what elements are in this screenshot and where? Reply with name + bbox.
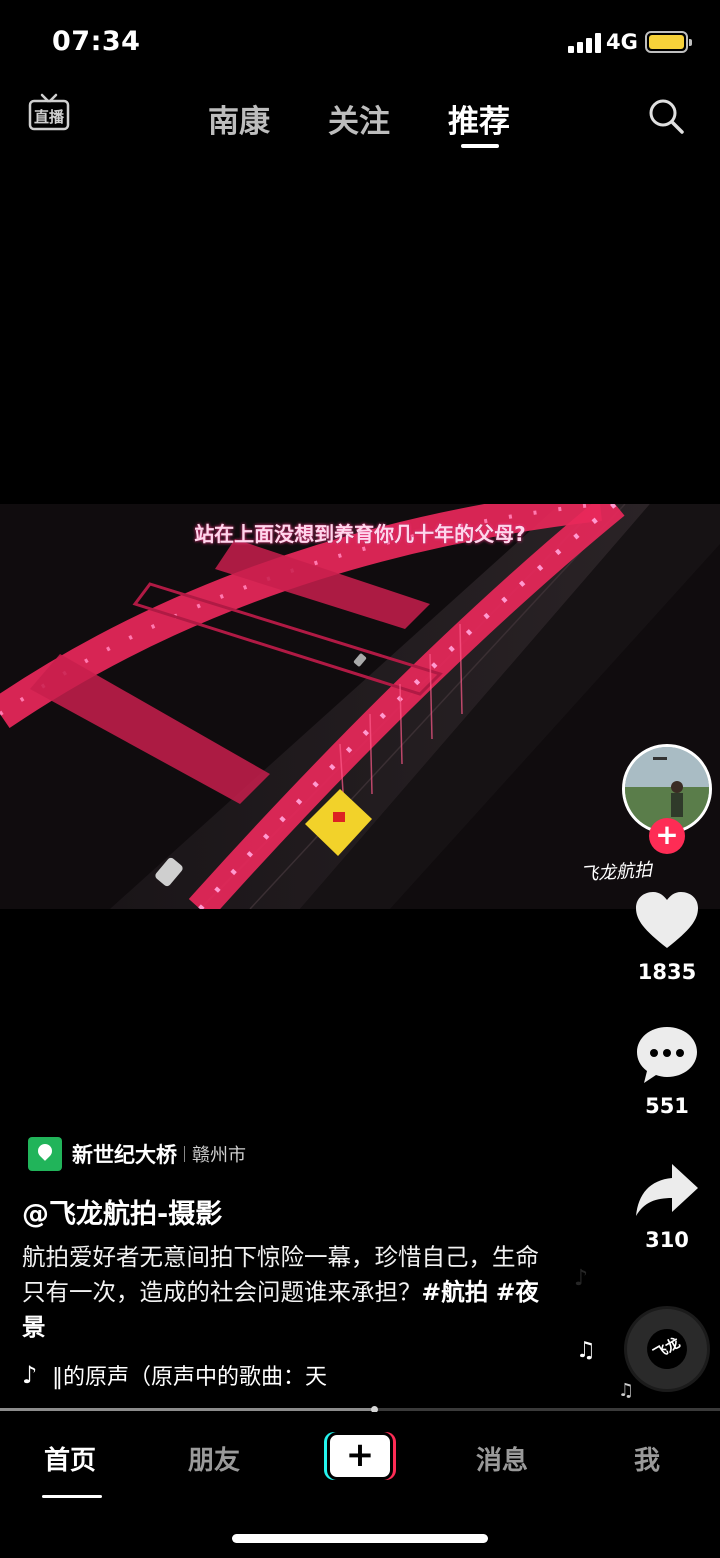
nav-friends[interactable]: 朋友: [188, 1440, 240, 1477]
location-tag[interactable]: 新世纪大桥 赣州市: [28, 1136, 246, 1172]
like-count: 1835: [637, 960, 697, 984]
music-note-icon: ♪: [22, 1361, 38, 1389]
like-button[interactable]: [634, 890, 700, 952]
music-disc-label: 飞龙: [639, 1321, 695, 1377]
share-button[interactable]: [634, 1160, 700, 1222]
svg-text:直播: 直播: [34, 108, 65, 126]
network-type: 4G: [606, 30, 638, 54]
heart-icon: [636, 892, 698, 948]
location-name: 新世纪大桥: [72, 1143, 177, 1167]
search-icon[interactable]: [646, 96, 686, 136]
music-info[interactable]: ♪ ‖的原声（原声中的歌曲：天: [22, 1358, 382, 1392]
video-watermark: 飞龙航拍: [579, 859, 653, 886]
video-progress-bar[interactable]: [0, 1406, 720, 1413]
create-button[interactable]: +: [324, 1432, 396, 1480]
nav-me[interactable]: 我: [634, 1440, 660, 1477]
bottom-nav: 首页 朋友 + 消息 我: [0, 1412, 720, 1558]
floating-note-icon: ♫: [576, 1338, 596, 1363]
location-divider: [184, 1146, 185, 1162]
floating-note-icon: ♪: [574, 1266, 589, 1291]
tab-following[interactable]: 关注: [328, 96, 390, 141]
location-pin-icon: [28, 1137, 62, 1171]
video-progress-fill: [0, 1408, 375, 1411]
location-city: 赣州市: [192, 1145, 246, 1166]
follow-button[interactable]: +: [649, 818, 685, 854]
floating-note-icon: ♫: [618, 1380, 635, 1401]
share-icon: [636, 1164, 698, 1216]
nav-messages[interactable]: 消息: [476, 1440, 528, 1477]
hashtag[interactable]: #航拍: [422, 1278, 489, 1306]
bridge-image: [0, 504, 720, 909]
nav-home[interactable]: 首页: [44, 1440, 96, 1477]
comment-icon: [637, 1027, 697, 1083]
video-subtitle: 站在上面没想到养育你几十年的父母?: [194, 522, 526, 546]
status-bar: 07:34 4G: [0, 0, 720, 86]
video-caption: 航拍爱好者无意间拍下惊险一幕，珍惜自己，生命只有一次，造成的社会问题谁来承担？#…: [22, 1240, 562, 1345]
home-indicator[interactable]: [232, 1534, 488, 1543]
creator-username[interactable]: @飞龙航拍-摄影: [22, 1192, 222, 1231]
video-player[interactable]: 站在上面没想到养育你几十年的父母? 飞龙航拍: [0, 504, 720, 909]
tab-recommend[interactable]: 推荐: [448, 96, 510, 141]
top-nav: 直播 南康 关注 推荐: [0, 86, 720, 156]
tab-active-underline: [461, 144, 499, 148]
battery-icon: [645, 31, 692, 53]
tab-nankang[interactable]: 南康: [208, 96, 270, 141]
live-icon[interactable]: 直播: [28, 92, 70, 134]
signal-icon: [568, 33, 602, 53]
comment-count: 551: [645, 1094, 689, 1118]
plus-icon: +: [345, 1435, 375, 1475]
status-time: 07:34: [52, 26, 141, 57]
music-disc[interactable]: 飞龙: [624, 1306, 710, 1392]
music-text: ‖的原声（原声中的歌曲：天: [52, 1365, 328, 1390]
share-count: 310: [645, 1228, 689, 1252]
nav-active-underline: [42, 1495, 102, 1498]
comment-button[interactable]: [634, 1024, 700, 1086]
